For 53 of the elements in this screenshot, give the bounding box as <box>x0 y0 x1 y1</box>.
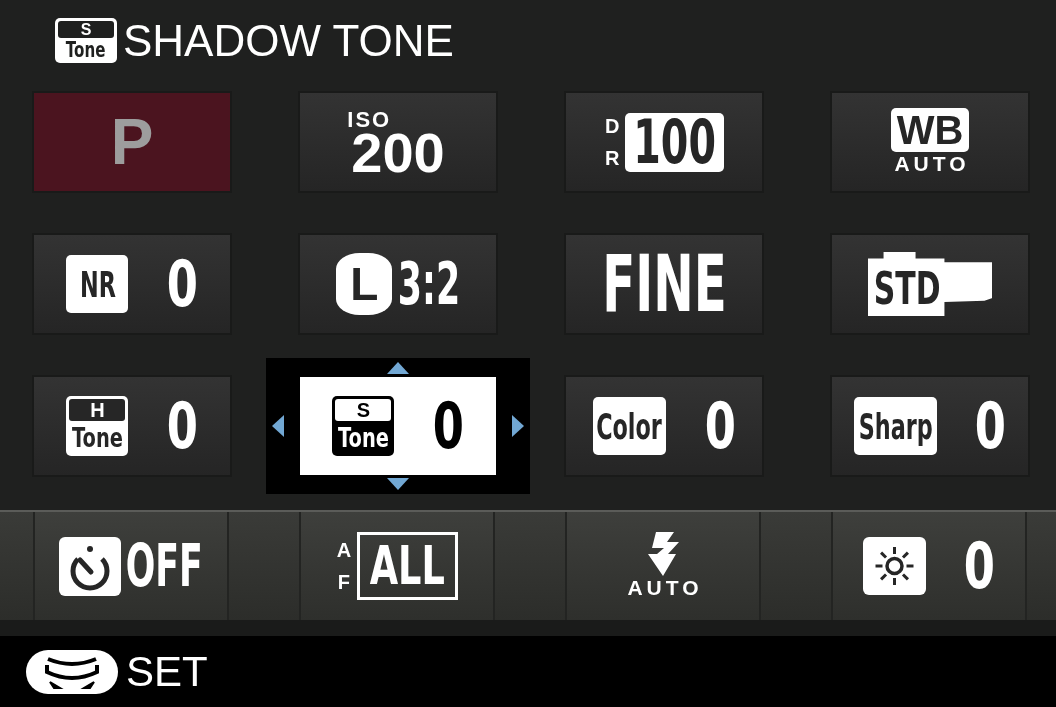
setting-tile[interactable]: 0 <box>831 512 1027 620</box>
setting-badge: WB <box>890 108 970 153</box>
arrow-down-icon <box>387 478 409 490</box>
setting-tile[interactable]: Sharp 0 <box>832 377 1028 475</box>
setting-label: ISO <box>347 109 392 131</box>
setting-tile[interactable]: STD <box>832 235 1028 333</box>
set-hint: SET <box>126 650 208 693</box>
setting-label: AF <box>335 538 352 595</box>
setting-value: AUTO <box>627 576 703 600</box>
setting-tile[interactable]: P <box>34 93 230 191</box>
arrow-left-icon <box>272 415 284 437</box>
tone-letter: S <box>58 21 114 38</box>
setting-badge: NR <box>66 255 129 313</box>
tone-letter: H <box>69 399 126 421</box>
shooting-mode-value: P <box>110 110 154 174</box>
self-timer-icon <box>59 536 121 596</box>
film-simulation-badge: STD <box>867 252 993 316</box>
tone-label: Tone <box>71 421 123 454</box>
setting-value: OFF <box>125 537 204 595</box>
tone-label: Tone <box>66 38 106 62</box>
setting-value: 0 <box>432 394 464 458</box>
image-size-badge: L <box>336 253 393 315</box>
setting-tile[interactable]: OFF <box>33 512 229 620</box>
setting-tile[interactable]: S Tone 0 <box>300 377 496 475</box>
screen-title: SHADOW TONE <box>123 18 454 63</box>
setting-value: 3:2 <box>397 255 460 313</box>
setting-badge: ALL <box>356 532 459 600</box>
setting-badge: Color <box>592 397 667 455</box>
arrow-right-icon <box>512 415 524 437</box>
setting-tile[interactable]: H Tone 0 <box>34 377 230 475</box>
setting-tile[interactable]: WB AUTO <box>832 93 1028 191</box>
setting-tile[interactable]: NR 0 <box>34 235 230 333</box>
setting-badge: Sharp <box>854 397 937 455</box>
setting-value: 0 <box>166 252 198 316</box>
setting-value: 0 <box>166 394 198 458</box>
setting-badge: 100 <box>625 112 724 172</box>
setting-tile[interactable]: AUTO <box>565 512 761 620</box>
setting-label: DR <box>604 114 621 171</box>
setting-value: 0 <box>963 534 996 598</box>
setting-tile[interactable]: ISO 200 <box>300 93 496 191</box>
setting-value: AUTO <box>894 152 970 176</box>
tone-label: Tone <box>337 421 389 454</box>
setting-value: 200 <box>351 131 445 175</box>
brightness-icon <box>863 537 926 595</box>
setting-value: 0 <box>704 394 736 458</box>
setting-value: FINE <box>601 245 727 323</box>
setting-tile[interactable]: L 3:2 <box>300 235 496 333</box>
tone-letter: S <box>335 399 392 421</box>
setting-tile[interactable]: Color 0 <box>566 377 762 475</box>
command-dial-icon <box>26 649 118 694</box>
arrow-up-icon <box>387 362 409 374</box>
setting-tile[interactable]: FINE <box>566 235 762 333</box>
setting-value: 0 <box>974 394 1006 458</box>
